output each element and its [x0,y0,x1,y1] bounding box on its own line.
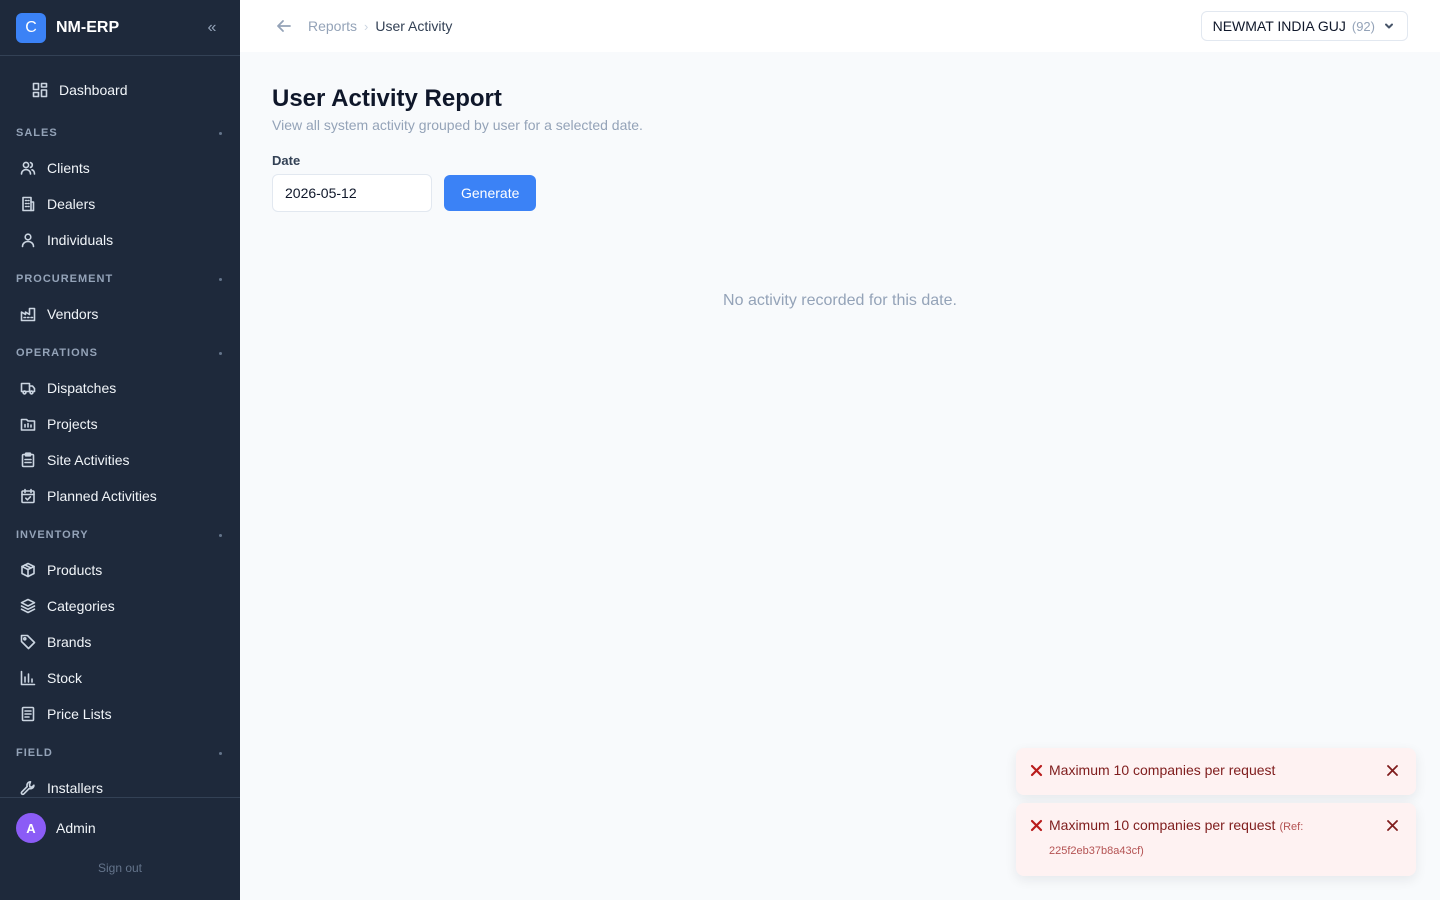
layers-icon [20,598,36,614]
avatar: A [16,813,46,843]
sidebar-item-label: Clients [47,160,90,176]
sidebar: C NM-ERP « Dashboard SALES Clients Deale… [0,0,240,900]
section-sales[interactable]: SALES [0,116,240,150]
sidebar-item-label: Brands [47,634,92,650]
sidebar-item-vendors[interactable]: Vendors [0,296,240,332]
tag-icon [20,634,36,650]
generate-button[interactable]: Generate [444,175,537,211]
sidebar-item-label: Price Lists [47,706,112,722]
bar-chart-icon [20,670,36,686]
sign-out-link[interactable]: Sign out [0,861,240,875]
error-x-icon [1030,817,1044,832]
wrench-icon [20,780,36,796]
user-panel: A Admin Sign out [0,797,240,900]
date-input[interactable] [272,174,432,212]
sidebar-item-price-lists[interactable]: Price Lists [0,696,240,732]
sidebar-item-planned-activities[interactable]: Planned Activities [0,478,240,514]
sidebar-item-dashboard[interactable]: Dashboard [0,72,240,108]
document-icon [20,706,36,722]
calendar-check-icon [20,488,36,504]
sidebar-item-label: Categories [47,598,115,614]
section-title: PROCUREMENT [16,273,114,285]
sidebar-item-individuals[interactable]: Individuals [0,222,240,258]
company-selector[interactable]: NEWMAT INDIA GUJ (92) [1200,11,1408,41]
factory-icon [20,306,36,322]
collapse-sidebar-button[interactable]: « [200,19,224,37]
section-toggle-dot [219,131,222,135]
sidebar-item-label: Vendors [47,306,99,322]
sidebar-item-label: Planned Activities [47,488,157,504]
error-toast: Maximum 10 companies per request (Ref: 22… [1016,803,1416,876]
section-procurement[interactable]: PROCUREMENT [0,262,240,296]
error-x-icon [1030,762,1044,777]
sidebar-item-categories[interactable]: Categories [0,588,240,624]
sidebar-item-site-activities[interactable]: Site Activities [0,442,240,478]
sidebar-item-label: Site Activities [47,452,130,468]
date-label: Date [272,153,301,168]
sidebar-item-products[interactable]: Products [0,552,240,588]
sidebar-item-label: Individuals [47,232,114,248]
page-title: User Activity Report [272,85,502,112]
truck-icon [20,380,36,396]
sidebar-item-brands[interactable]: Brands [0,624,240,660]
breadcrumb-current: User Activity [375,18,453,34]
sidebar-item-clients[interactable]: Clients [0,150,240,186]
users-icon [20,160,36,176]
clipboard-icon [20,452,36,468]
toast-message-wrap: Maximum 10 companies per request (Ref: 22… [1049,814,1378,862]
breadcrumb-reports[interactable]: Reports [308,18,357,34]
brand-bar: C NM-ERP « [0,0,240,56]
section-toggle-dot [219,351,222,355]
main-content: User Activity Report View all system act… [272,52,1408,310]
sidebar-item-stock[interactable]: Stock [0,660,240,696]
sidebar-item-projects[interactable]: Projects [0,406,240,442]
sidebar-item-dealers[interactable]: Dealers [0,186,240,222]
user-row[interactable]: A Admin [0,798,240,843]
app-name: NM-ERP [56,18,120,36]
sidebar-item-label: Projects [47,416,98,432]
section-toggle-dot [219,277,222,281]
sidebar-item-label: Products [47,562,103,578]
sidebar-item-label: Dealers [47,196,96,212]
back-arrow-icon[interactable] [276,18,292,34]
empty-state: No activity recorded for this date. [723,292,957,309]
section-title: INVENTORY [16,529,89,541]
sidebar-item-dispatches[interactable]: Dispatches [0,370,240,406]
user-icon [20,232,36,248]
user-name: Admin [56,820,96,836]
company-count: (92) [1351,18,1375,34]
toast-message: Maximum 10 companies per request [1049,762,1276,778]
report-form: Generate [272,174,1408,212]
package-icon [20,562,36,578]
section-title: OPERATIONS [16,347,98,359]
close-icon[interactable] [1386,762,1402,777]
folder-icon [20,416,36,432]
toast-stack: Maximum 10 companies per request Maximum… [1016,740,1416,876]
dashboard-icon [32,82,48,98]
company-name: NEWMAT INDIA GUJ [1212,18,1346,34]
chevron-down-icon [1383,20,1395,32]
section-toggle-dot [219,751,222,755]
breadcrumb-separator: › [364,18,369,34]
sidebar-item-label: Dispatches [47,380,117,396]
building-icon [20,196,36,212]
section-inventory[interactable]: INVENTORY [0,518,240,552]
error-toast: Maximum 10 companies per request [1016,748,1416,795]
section-title: SALES [16,127,58,139]
section-operations[interactable]: OPERATIONS [0,336,240,370]
toast-message-wrap: Maximum 10 companies per request [1049,759,1378,781]
section-title: FIELD [16,747,53,759]
close-icon[interactable] [1386,817,1402,832]
page-subtitle: View all system activity grouped by user… [272,117,643,133]
section-toggle-dot [219,533,222,537]
sidebar-nav: Dashboard SALES Clients Dealers Individu… [0,56,240,806]
toast-message: Maximum 10 companies per request [1049,817,1276,833]
topbar: Reports › User Activity NEWMAT INDIA GUJ… [240,0,1440,52]
app-logo[interactable]: C [16,12,46,43]
sidebar-item-label: Stock [47,670,83,686]
section-field[interactable]: FIELD [0,736,240,770]
sidebar-item-label: Dashboard [59,82,128,98]
sidebar-item-label: Installers [47,780,104,796]
